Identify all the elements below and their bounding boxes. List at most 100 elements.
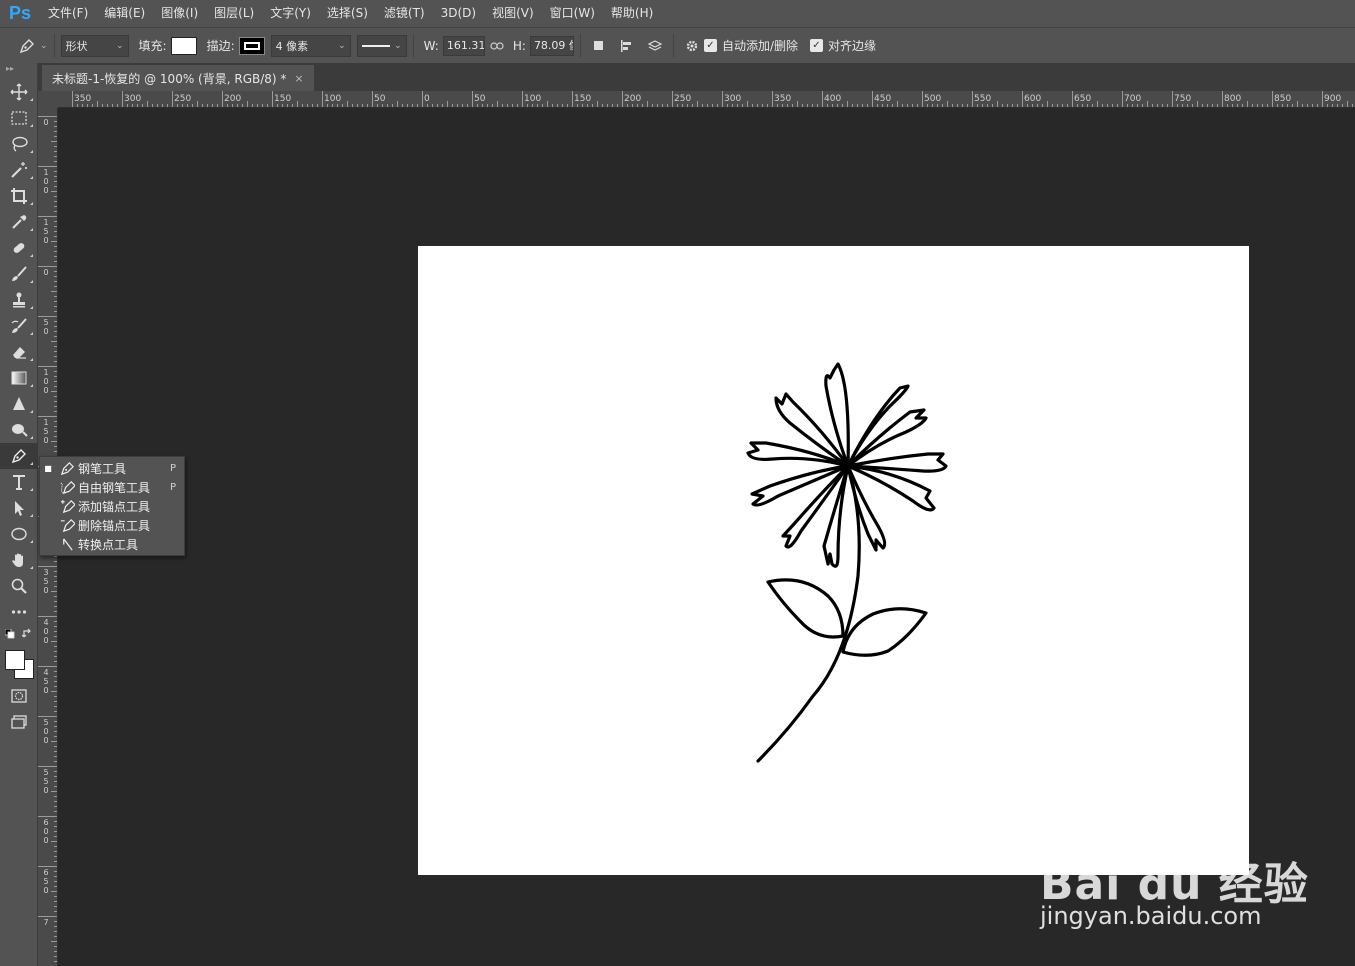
ruler-tick xyxy=(577,104,578,107)
menu-window[interactable]: 窗口(W) xyxy=(542,0,603,27)
panel-collapse-icon[interactable]: ▸▸ xyxy=(0,63,37,79)
gradient-tool[interactable] xyxy=(0,365,38,391)
ruler-tick xyxy=(492,104,493,107)
default-colors-icon[interactable] xyxy=(5,629,15,639)
ruler-tick xyxy=(54,681,57,682)
ruler-tick xyxy=(1217,104,1218,107)
ruler-tick xyxy=(697,101,698,107)
flyout-label: 转换点工具 xyxy=(78,538,139,552)
swap-arrows-icon[interactable] xyxy=(22,628,33,639)
hand-tool[interactable] xyxy=(0,547,38,573)
align-edges-label: 对齐边缘 xyxy=(827,39,876,53)
menu-layer[interactable]: 图层(L) xyxy=(206,0,262,27)
menu-image[interactable]: 图像(I) xyxy=(153,0,206,27)
ruler-h-label: 600 xyxy=(1024,94,1042,104)
ruler-tick xyxy=(87,104,88,107)
flyout-item-delete-anchor[interactable]: 删除锚点工具 xyxy=(40,516,184,535)
healing-brush-tool[interactable] xyxy=(0,235,38,261)
marquee-tool[interactable] xyxy=(0,105,38,131)
path-arrangement-icon[interactable] xyxy=(643,34,667,58)
path-selection-tool[interactable] xyxy=(0,495,38,521)
type-tool[interactable] xyxy=(0,469,38,495)
ruler-tick xyxy=(452,104,453,107)
foreground-color-swatch[interactable] xyxy=(5,650,25,670)
menu-edit[interactable]: 编辑(E) xyxy=(96,0,153,27)
width-input[interactable]: 161.31 xyxy=(442,35,485,56)
ruler-tick xyxy=(54,151,57,152)
more-tools[interactable] xyxy=(0,599,38,625)
menu-help[interactable]: 帮助(H) xyxy=(603,0,661,27)
ruler-tick xyxy=(54,881,57,882)
clone-stamp-tool[interactable] xyxy=(0,287,38,313)
eyedropper-tool[interactable] xyxy=(0,209,38,235)
ruler-tick xyxy=(707,104,708,107)
eraser-tool[interactable] xyxy=(0,339,38,365)
ruler-tick xyxy=(632,104,633,107)
dodge-tool[interactable] xyxy=(0,417,38,443)
ruler-tick xyxy=(427,104,428,107)
menu-file[interactable]: 文件(F) xyxy=(40,0,96,27)
path-alignment-icon[interactable] xyxy=(615,34,639,58)
height-input[interactable]: 78.09 像 xyxy=(529,35,574,56)
ruler-tick xyxy=(54,171,57,172)
zoom-tool[interactable] xyxy=(0,573,38,599)
ruler-tick xyxy=(54,871,57,872)
stroke-width-field[interactable]: 4 像素 ⌄ xyxy=(270,34,351,57)
ruler-tick xyxy=(812,104,813,107)
screen-mode-icon[interactable] xyxy=(0,709,38,735)
ruler-tick xyxy=(1292,104,1293,107)
ruler-tick xyxy=(522,91,523,107)
ruler-tick xyxy=(1002,104,1003,107)
align-edges-checkbox[interactable]: ✓ xyxy=(809,39,823,52)
blur-tool[interactable] xyxy=(0,391,38,417)
flyout-item-convert-point[interactable]: 转换点工具 xyxy=(40,535,184,554)
menu-3d[interactable]: 3D(D) xyxy=(433,0,484,27)
ruler-tick xyxy=(54,951,57,952)
flower-stem xyxy=(756,464,861,763)
ruler-tick xyxy=(1252,104,1253,107)
pen-tool[interactable] xyxy=(0,443,38,469)
gear-icon[interactable] xyxy=(680,34,704,58)
quick-mask-icon[interactable] xyxy=(0,683,38,709)
path-operations-icon[interactable] xyxy=(587,34,611,58)
stroke-swatch[interactable] xyxy=(238,36,265,55)
ruler-tick xyxy=(312,104,313,107)
auto-add-delete-checkbox[interactable]: ✓ xyxy=(703,39,717,52)
menu-filter[interactable]: 滤镜(T) xyxy=(376,0,433,27)
crop-tool[interactable] xyxy=(0,183,38,209)
magic-wand-tool[interactable] xyxy=(0,157,38,183)
document-canvas[interactable] xyxy=(418,246,1249,875)
horizontal-ruler[interactable]: 350 300 250 200 150 100 50 0 50 100 150 200 250 300 35… xyxy=(58,91,1355,108)
ruler-tick xyxy=(51,441,57,442)
ruler-origin[interactable] xyxy=(38,91,58,108)
ruler-tick xyxy=(1322,91,1323,107)
menu-view[interactable]: 视图(V) xyxy=(484,0,542,27)
document-tab[interactable]: 未标题-1-恢复的 @ 100% (背景, RGB/8) * × xyxy=(42,65,314,91)
flyout-item-pen[interactable]: ■ 钢笔工具 P xyxy=(40,459,184,478)
brush-tool[interactable] xyxy=(0,261,38,287)
flyout-item-add-anchor[interactable]: 添加锚点工具 xyxy=(40,497,184,516)
ruler-tick xyxy=(137,104,138,107)
ellipse-tool[interactable] xyxy=(0,521,38,547)
lasso-tool[interactable] xyxy=(0,131,38,157)
close-icon[interactable]: × xyxy=(294,72,303,85)
ruler-tick xyxy=(532,104,533,107)
move-tool[interactable] xyxy=(0,79,38,105)
flyout-label: 钢笔工具 xyxy=(78,462,127,476)
ruler-tick xyxy=(257,104,258,107)
menu-select[interactable]: 选择(S) xyxy=(319,0,376,27)
ruler-tick xyxy=(737,104,738,107)
ruler-v-label: 400 xyxy=(43,618,49,645)
link-icon[interactable] xyxy=(485,34,509,58)
stroke-type-dropdown[interactable]: ⌄ xyxy=(356,34,407,57)
tool-preset-picker[interactable]: ⌄ xyxy=(18,28,48,64)
ruler-tick xyxy=(54,611,57,612)
fill-swatch[interactable] xyxy=(170,36,197,55)
ruler-tick xyxy=(54,406,57,407)
ruler-h-label: 300 xyxy=(724,94,742,104)
ruler-tick xyxy=(1107,104,1108,107)
menu-type[interactable]: 文字(Y) xyxy=(262,0,319,27)
history-brush-tool[interactable] xyxy=(0,313,38,339)
flyout-item-freeform-pen[interactable]: 自由钢笔工具 P xyxy=(40,478,184,497)
mode-dropdown[interactable]: 形状 ⌄ xyxy=(60,34,129,57)
